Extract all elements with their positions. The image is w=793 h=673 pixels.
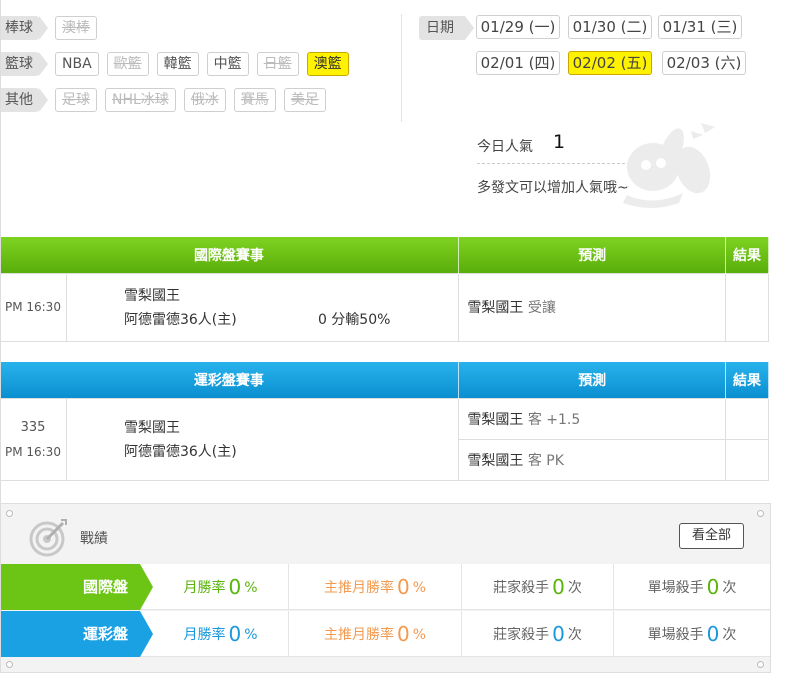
intl-match-table: 國際盤賽事 預測 結果 PM 16:30 雪梨國王 阿德雷德36人(主) 0 分…	[1, 237, 769, 342]
league-chip-euro-basketball: 歐籃	[106, 52, 149, 76]
match-teams-cell: 雪梨國王 阿德雷德36人(主)	[65, 397, 460, 481]
intl-header-result: 結果	[725, 237, 769, 273]
handicap-line: 0 分輸50%	[317, 312, 391, 328]
lottery-header-result: 結果	[725, 362, 769, 398]
league-chip-australian-baseball: 澳棒	[55, 16, 97, 40]
result-cell	[725, 438, 769, 481]
match-number: 335	[20, 419, 46, 435]
popularity-label: 今日人氣	[477, 139, 533, 155]
corner-dot	[757, 661, 764, 668]
stat-featured-winrate: 主推月勝率 0%	[289, 564, 462, 610]
team-away: 雪梨國王	[123, 288, 180, 304]
category-label-baseball: 棒球	[1, 16, 48, 40]
intl-header-prediction: 預測	[458, 237, 727, 273]
league-chip-american-football: 美足	[283, 88, 326, 112]
stat-bookmaker-killer: 莊家殺手 0 次	[462, 611, 614, 657]
team-home: 阿德雷德36人(主)	[123, 444, 237, 460]
table-row: PM 16:30 雪梨國王 阿德雷德36人(主) 0 分輸50% 雪梨國王 受讓	[1, 272, 769, 342]
date-chip-0129[interactable]: 01/29 (一)	[476, 15, 560, 39]
filter-divider	[401, 14, 402, 122]
record-label-intl: 國際盤	[1, 564, 153, 610]
match-time-cell: PM 16:30	[1, 272, 67, 342]
league-chip-horse-racing: 賽馬	[233, 88, 276, 112]
category-row-basketball: 籃球 NBA 歐籃 韓籃 中籃 日籃 澳籃	[1, 51, 357, 77]
corner-dot	[6, 661, 13, 668]
lottery-match-table: 運彩盤賽事 預測 結果 335 PM 16:30 雪梨國王 阿德雷德36人(主)…	[1, 362, 769, 481]
stat-bookmaker-killer: 莊家殺手 0 次	[462, 564, 614, 610]
category-chips-baseball: 澳棒	[55, 16, 105, 40]
stat-single-game-killer: 單場殺手 0 次	[647, 575, 737, 599]
prediction-pick: 客 PK	[527, 452, 564, 469]
record-row-intl: 國際盤 月勝率 0% 主推月勝率 0% 莊家殺手 0 次 單場殺手 0 次	[1, 564, 770, 610]
stat-monthly-winrate: 月勝率 0%	[153, 611, 289, 657]
league-chip-chinese-basketball[interactable]: 中籃	[206, 52, 249, 76]
record-row-lottery: 運彩盤 月勝率 0% 主推月勝率 0% 莊家殺手 0 次 單場殺手 0 次	[1, 611, 770, 657]
record-title: 戰績	[80, 531, 108, 547]
match-time: PM 16:30	[4, 300, 61, 314]
prediction-pick: 客 +1.5	[527, 411, 581, 428]
category-row-other: 其他 足球 NHL冰球 俄冰 賽馬 美足	[1, 87, 334, 113]
league-chip-soccer: 足球	[55, 88, 97, 112]
prediction-cell: 雪梨國王 客 +1.5	[458, 397, 727, 440]
category-row-baseball: 棒球 澳棒	[1, 15, 105, 41]
prediction-team: 雪梨國王	[467, 452, 524, 469]
team-away: 雪梨國王	[123, 420, 180, 436]
date-chip-0131[interactable]: 01/31 (三)	[658, 15, 742, 39]
target-icon	[29, 519, 67, 557]
prediction-cell: 雪梨國王 客 PK	[458, 438, 727, 481]
date-chip-0203[interactable]: 02/03 (六)	[662, 51, 746, 75]
category-label-basketball: 籃球	[1, 52, 48, 76]
stat-monthly-winrate: 月勝率 0%	[153, 564, 289, 610]
match-teams-cell: 雪梨國王 阿德雷德36人(主) 0 分輸50%	[65, 272, 460, 342]
corner-dot	[6, 510, 13, 517]
prediction-team: 雪梨國王	[467, 411, 524, 428]
prediction-team: 雪梨國王	[467, 300, 524, 316]
popularity-value: 1	[553, 131, 566, 153]
result-cell	[725, 272, 769, 342]
record-label-lottery: 運彩盤	[1, 611, 153, 657]
intl-header-match: 國際盤賽事	[1, 237, 460, 273]
league-chip-nba[interactable]: NBA	[55, 52, 99, 76]
league-chip-russian-hockey: 俄冰	[183, 88, 226, 112]
stat-featured-winrate: 主推月勝率 0%	[289, 611, 462, 657]
lottery-header-match: 運彩盤賽事	[1, 362, 460, 398]
league-chip-nhl: NHL冰球	[105, 88, 176, 112]
view-all-button[interactable]: 看全部	[679, 523, 744, 549]
league-chip-australian-basketball[interactable]: 澳籃	[306, 52, 349, 76]
category-chips-basketball: NBA 歐籃 韓籃 中籃 日籃 澳籃	[55, 52, 357, 76]
mascot-watermark-icon	[623, 123, 715, 208]
league-chip-korean-basketball[interactable]: 韓籃	[156, 52, 199, 76]
record-panel: 戰績 看全部 國際盤 月勝率 0% 主推月勝率 0% 莊家殺手 0 次 單場殺手 0 次 運…	[1, 503, 771, 673]
match-number-time-cell: 335 PM 16:30	[1, 397, 67, 481]
lottery-header-prediction: 預測	[458, 362, 727, 398]
prediction-cell: 雪梨國王 受讓	[458, 272, 727, 342]
page-root: 棒球 澳棒 籃球 NBA 歐籃 韓籃 中籃 日籃 澳籃 其他 足球 NHL冰球 …	[0, 0, 793, 673]
match-time: PM 16:30	[4, 444, 61, 459]
date-label: 日期	[419, 16, 474, 40]
result-cell	[725, 397, 769, 440]
table-row: 335 PM 16:30 雪梨國王 阿德雷德36人(主) 雪梨國王 客 +1.5	[1, 397, 769, 481]
category-label-other: 其他	[1, 88, 48, 112]
prediction-pick: 受讓	[527, 300, 556, 316]
team-home: 阿德雷德36人(主)	[123, 312, 237, 328]
category-chips-other: 足球 NHL冰球 俄冰 賽馬 美足	[55, 88, 334, 112]
date-chip-0202[interactable]: 02/02 (五)	[568, 51, 652, 75]
popularity-message: 多發文可以增加人氣哦~	[477, 180, 629, 196]
corner-dot	[757, 510, 764, 517]
date-chip-0201[interactable]: 02/01 (四)	[476, 51, 560, 75]
date-chip-0130[interactable]: 01/30 (二)	[568, 15, 652, 39]
stat-single-game-killer: 單場殺手 0 次	[647, 622, 737, 646]
league-chip-japanese-basketball: 日籃	[256, 52, 299, 76]
